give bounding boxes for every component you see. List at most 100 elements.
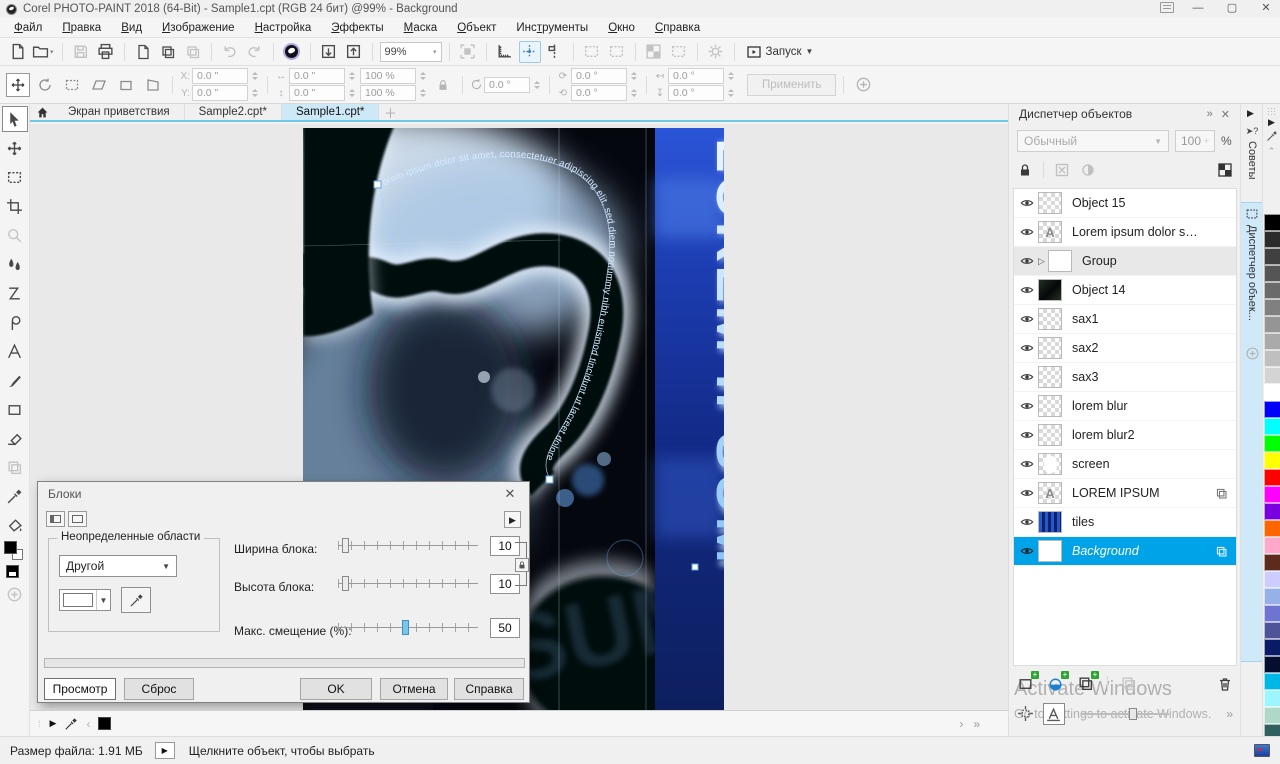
opacity-field[interactable]: 100÷ [1175, 130, 1215, 152]
position-objects-button[interactable] [1017, 705, 1035, 723]
spinner[interactable] [629, 69, 639, 83]
open-button[interactable]: ▾ [31, 41, 55, 63]
spinner[interactable] [347, 69, 357, 83]
menu-Маска[interactable]: Маска [394, 20, 448, 36]
color-swatch[interactable] [1264, 656, 1280, 673]
apply-button[interactable]: Применить [747, 74, 836, 96]
rotation-angle-field[interactable]: 0.0 ° [484, 77, 530, 93]
fill-color-combo[interactable]: ▼ [59, 589, 111, 611]
visibility-eye-icon[interactable] [1020, 515, 1038, 529]
scale-x-field[interactable]: 100 % [360, 68, 416, 84]
selection-handle[interactable] [374, 181, 381, 188]
fit-to-window-button[interactable] [457, 41, 479, 63]
chevron-more-icon[interactable]: » [1226, 707, 1233, 721]
perspective-y-field[interactable]: 0.0 ° [668, 85, 724, 101]
menu-Окно[interactable]: Окно [598, 20, 645, 36]
color-swatch[interactable] [1264, 316, 1280, 333]
slider-handle[interactable] [402, 620, 409, 635]
scroll-end-icon[interactable]: » [973, 717, 980, 731]
clip-mask-icon[interactable] [1080, 162, 1096, 178]
new-document-tab-button[interactable]: ＋ [379, 104, 401, 120]
visibility-eye-icon[interactable] [1020, 399, 1038, 413]
undefined-areas-dropdown[interactable]: Другой▼ [59, 555, 177, 577]
layer-row-lorem-blur[interactable]: lorem blur [1014, 392, 1236, 421]
redo-button[interactable] [244, 41, 266, 63]
new-lens-button[interactable]: + [1047, 675, 1065, 693]
palette-scroll-up-icon[interactable]: ⌃ [1263, 144, 1280, 158]
selection-handle[interactable] [692, 564, 698, 570]
slider-handle[interactable] [1129, 708, 1137, 720]
color-swatch[interactable] [1264, 384, 1280, 401]
layer-row-sax1[interactable]: sax1 [1014, 305, 1236, 334]
paste-button[interactable] [132, 41, 154, 63]
visibility-eye-icon[interactable] [1020, 225, 1038, 239]
color-swatch[interactable] [1264, 673, 1280, 690]
coreldraw-launcher-icon[interactable] [281, 41, 303, 63]
distort-mode-button[interactable] [114, 73, 138, 97]
mask-transform-tool[interactable] [2, 135, 28, 161]
color-swatch[interactable] [1264, 605, 1280, 622]
eyedropper-tool[interactable] [2, 483, 28, 509]
palette-eyedropper-icon[interactable] [1263, 130, 1280, 144]
document-tab-1[interactable]: Sample2.cpt* [185, 104, 282, 120]
delete-button[interactable] [1217, 676, 1233, 692]
max-offset-value[interactable]: 50 [490, 618, 520, 638]
paint-tool[interactable] [2, 367, 28, 393]
menu-Настройка[interactable]: Настройка [245, 20, 322, 36]
spinner[interactable] [629, 86, 639, 100]
dialog-close-icon[interactable]: ✕ [501, 486, 519, 502]
maximize-button[interactable]: ▢ [1222, 1, 1242, 14]
position-mode-button[interactable] [6, 73, 30, 97]
current-color-swatch[interactable] [98, 717, 111, 730]
color-swatch[interactable] [1264, 350, 1280, 367]
visibility-eye-icon[interactable] [1020, 370, 1038, 384]
new-object-button[interactable]: + [1017, 675, 1035, 693]
play-icon[interactable]: ▶ [50, 718, 57, 729]
add-tool-button[interactable] [2, 581, 28, 607]
dialog-expand-button[interactable]: ▶ [504, 511, 521, 528]
spinner[interactable] [418, 69, 428, 83]
layer-row-sax3[interactable]: sax3 [1014, 363, 1236, 392]
visibility-eye-icon[interactable] [1020, 457, 1038, 471]
color-swatch[interactable] [1264, 588, 1280, 605]
color-swatch[interactable] [1264, 503, 1280, 520]
color-swatch[interactable] [1264, 622, 1280, 639]
color-swatch[interactable] [1264, 333, 1280, 350]
touch-keyboard-icon[interactable] [1160, 2, 1174, 13]
selection-handle[interactable] [546, 476, 553, 483]
color-swatch[interactable] [1264, 537, 1280, 554]
layer-row-background[interactable]: Background [1014, 537, 1236, 566]
menu-Файл[interactable]: Файл [4, 20, 52, 36]
fill-tool[interactable] [2, 512, 28, 538]
visibility-eye-icon[interactable] [1020, 428, 1038, 442]
minimize-button[interactable]: — [1188, 2, 1208, 14]
color-swatch[interactable] [1264, 299, 1280, 316]
duplicate-button[interactable] [182, 41, 204, 63]
zoom-tool[interactable] [2, 222, 28, 248]
position-y-field[interactable]: 0.0 " [192, 85, 248, 101]
layer-row-group[interactable]: ▷Group [1014, 247, 1236, 276]
spinner[interactable] [250, 69, 260, 83]
spinner[interactable] [532, 78, 542, 92]
preview-button[interactable]: Просмотр [44, 678, 116, 700]
effect-tool[interactable] [2, 280, 28, 306]
block-width-slider[interactable] [338, 538, 478, 553]
print-button[interactable] [95, 41, 117, 63]
slider-handle[interactable] [342, 576, 349, 591]
visibility-eye-icon[interactable] [1020, 312, 1038, 326]
clip-mask-button[interactable] [606, 41, 628, 63]
status-expand-button[interactable]: ▶ [155, 742, 175, 759]
layer-row-object-15[interactable]: Object 15 [1014, 189, 1236, 218]
spinner-icon[interactable]: ÷ [1204, 136, 1209, 146]
canvas-area[interactable]: IPSUM LOREM IPSUM LOREM IPSUM Lorem ipsu… [30, 124, 1008, 710]
layer-row-lorem-ipsum-dolor-sit-amet-conse-[interactable]: Lorem ipsum dolor sit amet, conse... [1014, 218, 1236, 247]
add-docker-button[interactable] [1245, 346, 1260, 361]
dialog-title-bar[interactable]: Блоки ✕ [38, 482, 529, 506]
rectangle-mask-tool[interactable] [2, 164, 28, 190]
menu-Справка[interactable]: Справка [645, 20, 710, 36]
docker-close-icon[interactable]: ✕ [1221, 108, 1230, 121]
reset-button[interactable]: Сброс [124, 678, 194, 700]
color-swatch[interactable] [1264, 265, 1280, 282]
combine-objects-button[interactable] [1120, 675, 1138, 693]
layer-row-lorem-blur2[interactable]: lorem blur2 [1014, 421, 1236, 450]
